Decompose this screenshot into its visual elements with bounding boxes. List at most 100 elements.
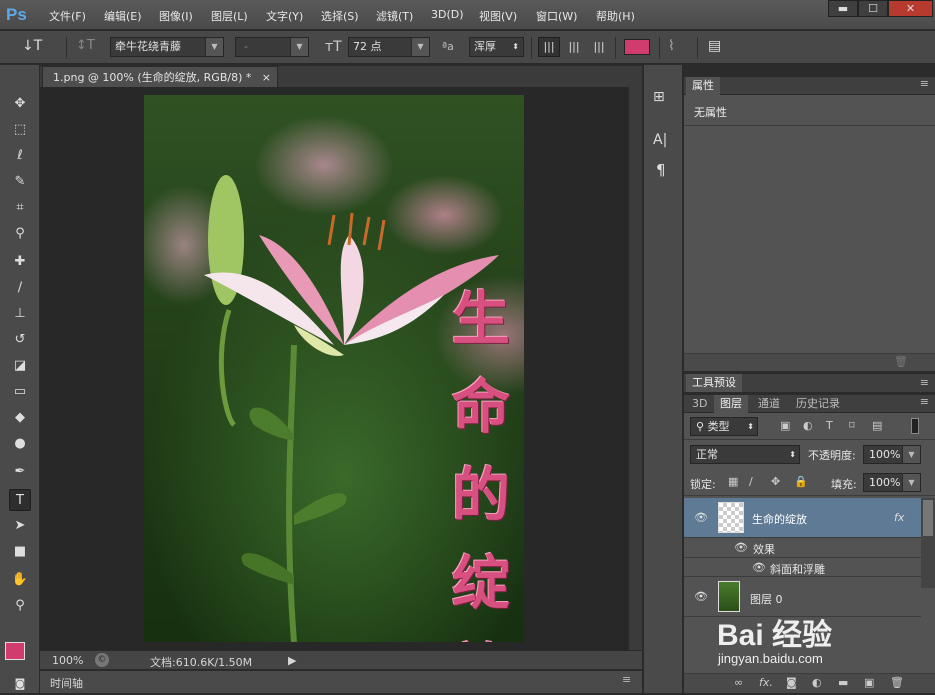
font-style-select[interactable]: - ▼ bbox=[235, 37, 309, 57]
panel-menu-icon[interactable]: ≡ bbox=[920, 77, 929, 90]
tab-channels[interactable]: 通道 bbox=[752, 395, 786, 413]
align-right-icon[interactable]: ||| bbox=[588, 37, 610, 57]
rectangle-tool-icon[interactable]: ■ bbox=[9, 541, 31, 563]
foreground-color-swatch[interactable] bbox=[5, 642, 25, 660]
timeline-tab[interactable]: 时间轴 bbox=[50, 675, 83, 691]
layer-name[interactable]: 生命的绽放 bbox=[752, 511, 807, 527]
status-menu-arrow-icon[interactable]: ▶ bbox=[288, 654, 296, 667]
layer-row-text[interactable]: 👁 生命的绽放 fx bbox=[684, 498, 921, 538]
crop-tool-icon[interactable]: ⌗ bbox=[9, 197, 31, 219]
panel-menu-icon[interactable]: ≡ bbox=[622, 673, 631, 686]
menu-image[interactable]: 图像(I) bbox=[159, 8, 193, 24]
quick-select-tool-icon[interactable]: ✎ bbox=[9, 171, 31, 193]
healing-brush-tool-icon[interactable]: ✚ bbox=[9, 251, 31, 273]
lock-image-icon[interactable]: ∕ bbox=[749, 475, 753, 488]
document-image[interactable]: 生 命 的 绽 放 bbox=[144, 95, 524, 642]
quick-mask-icon[interactable]: ◙ bbox=[9, 673, 31, 695]
menu-type[interactable]: 文字(Y) bbox=[266, 8, 303, 24]
eraser-tool-icon[interactable]: ◪ bbox=[9, 355, 31, 377]
history-brush-tool-icon[interactable]: ↺ bbox=[9, 329, 31, 351]
filter-smart-object-icon[interactable]: ▤ bbox=[872, 419, 882, 432]
vertical-scrollbar[interactable] bbox=[628, 87, 642, 650]
warp-text-icon[interactable]: ⌇ bbox=[668, 38, 675, 54]
dodge-tool-icon[interactable]: ● bbox=[9, 433, 31, 455]
panel-menu-icon[interactable]: ≡ bbox=[920, 376, 929, 389]
type-tool-preset-icon[interactable]: ↓T bbox=[22, 38, 42, 54]
move-tool-icon[interactable]: ✥ bbox=[9, 93, 31, 115]
new-layer-icon[interactable]: ▣ bbox=[864, 676, 874, 689]
trash-icon[interactable]: 🗑 bbox=[890, 676, 904, 689]
hand-tool-icon[interactable]: ✋ bbox=[9, 569, 31, 591]
align-center-icon[interactable]: ||| bbox=[563, 37, 585, 57]
fill-input[interactable]: 100% ▼ bbox=[863, 473, 921, 492]
link-icon[interactable]: ∞ bbox=[734, 676, 743, 689]
trash-icon[interactable]: 🗑 bbox=[894, 355, 908, 368]
filter-shape-icon[interactable]: ⌑ bbox=[849, 419, 855, 432]
adjustment-icon[interactable]: ◐ bbox=[812, 676, 822, 689]
fx-badge[interactable]: fx bbox=[894, 511, 904, 524]
clone-stamp-tool-icon[interactable]: ⊥ bbox=[9, 303, 31, 325]
tab-tool-presets[interactable]: 工具预设 bbox=[686, 374, 742, 392]
layers-scrollbar[interactable] bbox=[921, 498, 935, 588]
document-tab[interactable]: 1.png @ 100% (生命的绽放, RGB/8) * × bbox=[42, 66, 278, 87]
eye-icon[interactable]: 👁 bbox=[694, 590, 708, 603]
eye-icon[interactable]: 👁 bbox=[694, 511, 708, 524]
effects-row[interactable]: 👁 效果 bbox=[684, 538, 921, 558]
blur-tool-icon[interactable]: ◆ bbox=[9, 407, 31, 429]
eye-icon[interactable]: 👁 bbox=[752, 561, 766, 574]
filter-adjustment-icon[interactable]: ◐ bbox=[803, 419, 813, 432]
tab-layers[interactable]: 图层 bbox=[714, 395, 748, 413]
tool-presets-icon[interactable]: ⊞ bbox=[653, 89, 665, 105]
tab-history[interactable]: 历史记录 bbox=[790, 395, 846, 413]
marquee-tool-icon[interactable]: ⬚ bbox=[9, 119, 31, 141]
tab-properties[interactable]: 属性 bbox=[686, 77, 720, 95]
layer-filter-select[interactable]: ⚲ 类型 ⬍ bbox=[690, 417, 758, 436]
brush-tool-icon[interactable]: ∕ bbox=[9, 277, 31, 299]
close-button[interactable]: ✕ bbox=[888, 0, 933, 17]
maximize-button[interactable]: ☐ bbox=[858, 0, 888, 17]
eyedropper-tool-icon[interactable]: ⚲ bbox=[9, 223, 31, 245]
minimize-button[interactable]: ▬ bbox=[828, 0, 858, 17]
close-tab-icon[interactable]: × bbox=[262, 67, 271, 88]
align-left-icon[interactable]: ||| bbox=[538, 37, 560, 57]
menu-view[interactable]: 视图(V) bbox=[479, 8, 517, 24]
menu-layer[interactable]: 图层(L) bbox=[211, 8, 248, 24]
tab-3d[interactable]: 3D bbox=[686, 395, 713, 413]
filter-pixel-icon[interactable]: ▣ bbox=[780, 419, 790, 432]
menu-filter[interactable]: 滤镜(T) bbox=[376, 8, 413, 24]
font-family-select[interactable]: 牵牛花绕青藤 ▼ bbox=[110, 37, 224, 57]
opacity-input[interactable]: 100% ▼ bbox=[863, 445, 921, 464]
character-icon[interactable]: A| bbox=[653, 132, 667, 148]
menu-select[interactable]: 选择(S) bbox=[321, 8, 359, 24]
panel-menu-icon[interactable]: ≡ bbox=[920, 395, 929, 408]
path-select-tool-icon[interactable]: ➤ bbox=[9, 515, 31, 537]
character-panel-icon[interactable]: ▤ bbox=[708, 38, 721, 54]
mask-icon[interactable]: ◙ bbox=[786, 676, 797, 689]
lock-transparent-icon[interactable]: ▦ bbox=[728, 475, 738, 488]
zoom-level[interactable]: 100% bbox=[52, 654, 83, 667]
anti-alias-select[interactable]: 浑厚 ⬍ bbox=[469, 37, 524, 57]
lasso-tool-icon[interactable]: ℓ bbox=[9, 145, 31, 167]
gradient-tool-icon[interactable]: ▭ bbox=[9, 381, 31, 403]
zoom-tool-icon[interactable]: ⚲ bbox=[9, 595, 31, 617]
layer-name[interactable]: 图层 0 bbox=[750, 591, 783, 607]
pen-tool-icon[interactable]: ✒ bbox=[9, 461, 31, 483]
menu-window[interactable]: 窗口(W) bbox=[536, 8, 577, 24]
menu-edit[interactable]: 编辑(E) bbox=[104, 8, 142, 24]
blend-mode-select[interactable]: 正常 ⬍ bbox=[690, 445, 800, 464]
menu-file[interactable]: 文件(F) bbox=[49, 8, 86, 24]
menu-help[interactable]: 帮助(H) bbox=[596, 8, 635, 24]
filter-toggle[interactable] bbox=[911, 418, 919, 434]
paragraph-icon[interactable]: ¶ bbox=[656, 161, 666, 179]
group-icon[interactable]: ▬ bbox=[838, 676, 848, 689]
fx-icon[interactable]: fx. bbox=[759, 676, 773, 689]
menu-3d[interactable]: 3D(D) bbox=[431, 8, 464, 21]
lock-all-icon[interactable]: 🔒 bbox=[794, 475, 808, 488]
effect-bevel-row[interactable]: 👁 斜面和浮雕 bbox=[684, 558, 921, 577]
text-orientation-icon[interactable]: ↕T bbox=[76, 38, 95, 53]
font-size-select[interactable]: 72 点 ▼ bbox=[348, 37, 430, 57]
lock-position-icon[interactable]: ✥ bbox=[771, 475, 780, 488]
eye-icon[interactable]: 👁 bbox=[734, 541, 748, 554]
type-tool-icon[interactable]: T bbox=[9, 489, 31, 511]
filter-type-icon[interactable]: T bbox=[826, 419, 833, 432]
